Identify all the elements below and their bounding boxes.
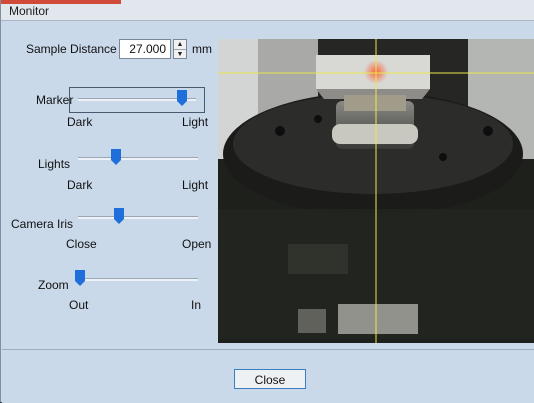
- camera-iris-slider[interactable]: [78, 206, 198, 230]
- lights-slider-track: [78, 157, 198, 160]
- camera-iris-min-label: Close: [66, 237, 97, 251]
- lights-min-label: Dark: [67, 178, 93, 192]
- zoom-max-label: In: [191, 298, 202, 312]
- zoom-min-label: Out: [69, 298, 89, 312]
- camera-view[interactable]: [218, 39, 534, 343]
- zoom-label: Zoom: [38, 278, 69, 292]
- settings-panel: Sample Distance 27.000 ▲ ▼ mm Marker Dar…: [2, 21, 534, 349]
- lights-max-label: Light: [182, 178, 209, 192]
- dialog-footer: Close: [2, 349, 534, 403]
- marker-max-label: Light: [182, 115, 209, 129]
- zoom-slider[interactable]: [75, 268, 198, 292]
- sample-distance-unit: mm: [192, 42, 212, 56]
- window-title: Monitor: [9, 4, 50, 18]
- zoom-slider-thumb[interactable]: [75, 270, 86, 286]
- marker-slider[interactable]: [78, 88, 196, 112]
- camera-iris-max-label: Open: [182, 237, 212, 251]
- sample-distance-input[interactable]: 27.000: [119, 39, 171, 59]
- lights-label: Lights: [38, 157, 71, 171]
- marker-label: Marker: [36, 93, 74, 107]
- title-bar[interactable]: Monitor: [1, 0, 534, 21]
- camera-iris-slider-track: [78, 216, 198, 219]
- lights-slider-thumb[interactable]: [111, 149, 122, 165]
- close-button[interactable]: Close: [234, 369, 306, 389]
- spin-down-arrow-icon[interactable]: ▼: [174, 50, 186, 59]
- camera-feed-image: [218, 39, 534, 343]
- zoom-slider-track: [78, 278, 198, 281]
- sample-distance-spinner[interactable]: ▲ ▼: [173, 39, 187, 59]
- monitor-window: Monitor Sample Distance 27.000 ▲ ▼ mm Ma…: [0, 0, 534, 403]
- marker-slider-thumb[interactable]: [176, 90, 187, 106]
- lights-slider[interactable]: [78, 147, 198, 171]
- marker-min-label: Dark: [67, 115, 93, 129]
- spin-up-arrow-icon[interactable]: ▲: [174, 40, 186, 50]
- sample-distance-label: Sample Distance: [26, 42, 117, 56]
- camera-iris-slider-thumb[interactable]: [113, 208, 124, 224]
- camera-iris-label: Camera Iris: [11, 217, 74, 231]
